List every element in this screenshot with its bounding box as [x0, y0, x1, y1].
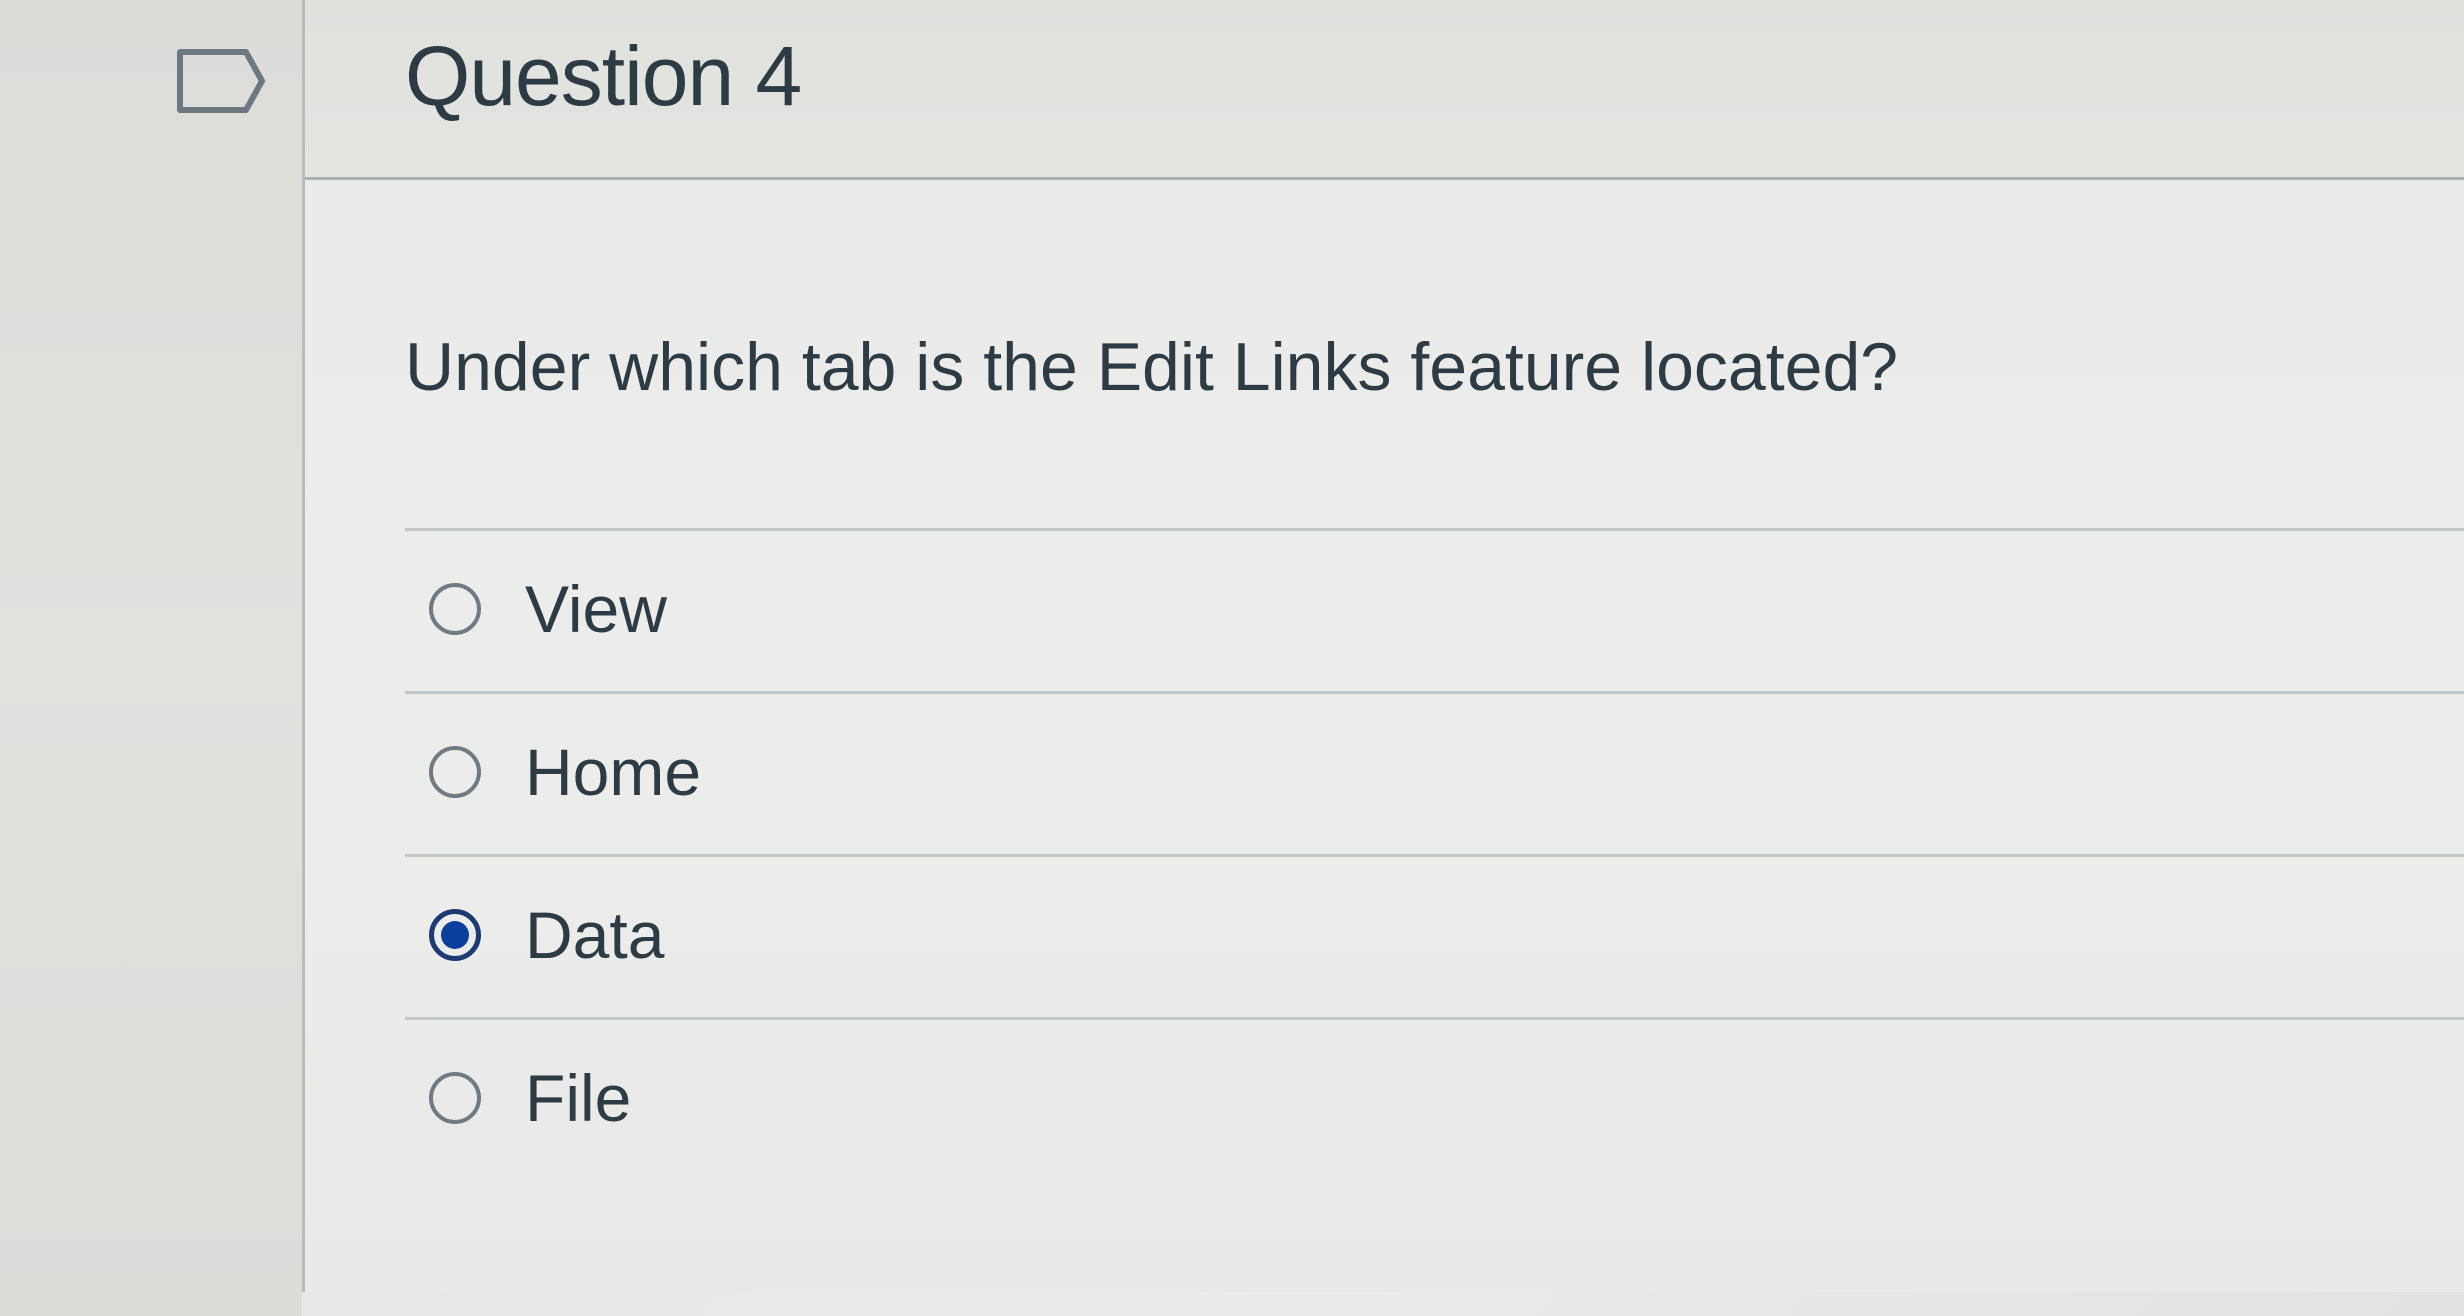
quiz-page: Question 4 Under which tab is the Edit L… [0, 0, 2464, 1316]
answer-option-view[interactable]: View [405, 531, 2464, 694]
answer-label: Data [525, 898, 665, 972]
answer-label: View [525, 572, 667, 646]
radio-button[interactable] [429, 1072, 481, 1124]
flag-question-icon[interactable] [176, 48, 266, 114]
question-header: Question 4 [305, 0, 2464, 180]
radio-button[interactable] [429, 746, 481, 798]
question-text: Under which tab is the Edit Links featur… [405, 329, 1899, 405]
answer-label: File [525, 1061, 632, 1135]
question-title: Question 4 [405, 29, 802, 123]
answer-option-file[interactable]: File [405, 1020, 2464, 1180]
answer-option-home[interactable]: Home [405, 694, 2464, 857]
left-gutter [0, 0, 302, 1316]
answer-label: Home [525, 735, 702, 809]
radio-button[interactable] [429, 583, 481, 635]
question-body: Under which tab is the Edit Links featur… [305, 180, 2464, 1292]
answer-list: View Home Data File [405, 528, 2464, 1180]
radio-button-selected[interactable] [429, 909, 481, 961]
question-card: Question 4 Under which tab is the Edit L… [302, 0, 2464, 1292]
answer-option-data[interactable]: Data [405, 857, 2464, 1020]
